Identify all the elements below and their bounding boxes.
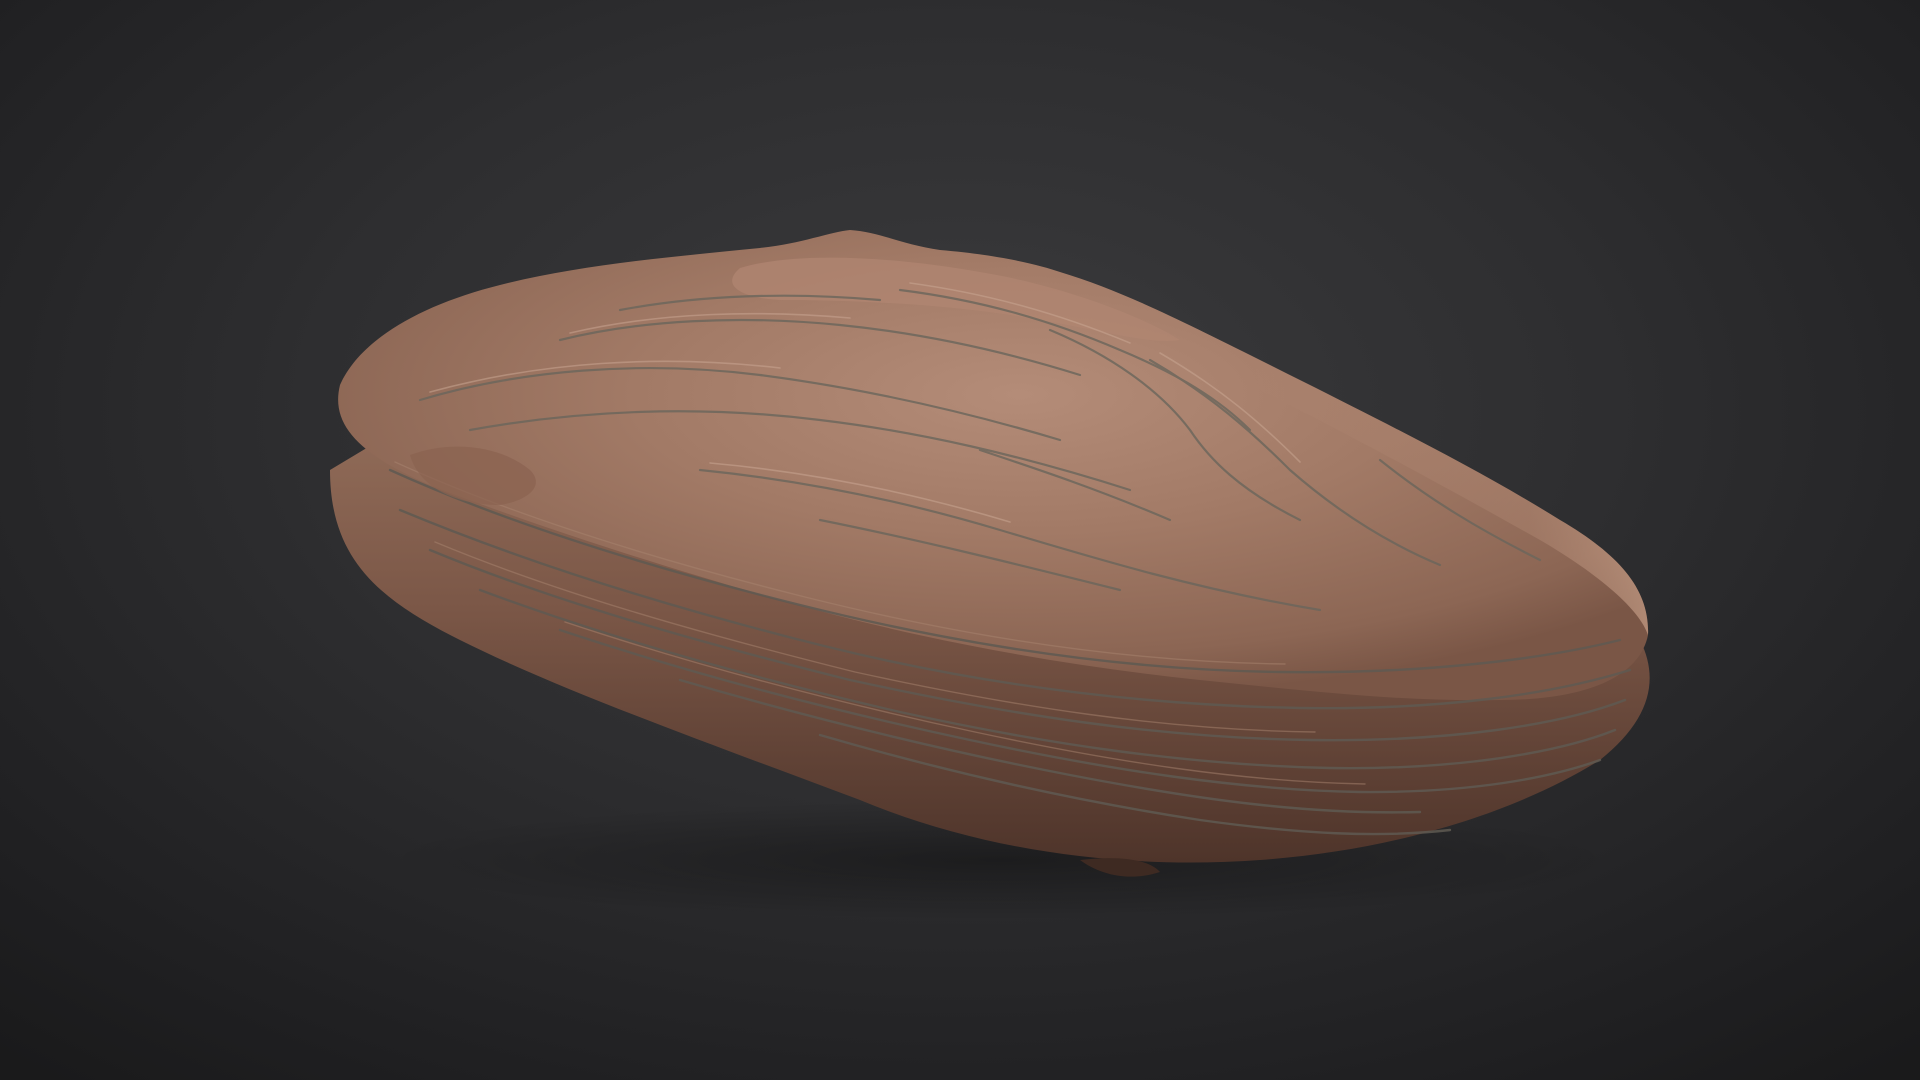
- rock-model: [330, 230, 1650, 920]
- 3d-model-viewport[interactable]: [0, 0, 1920, 1080]
